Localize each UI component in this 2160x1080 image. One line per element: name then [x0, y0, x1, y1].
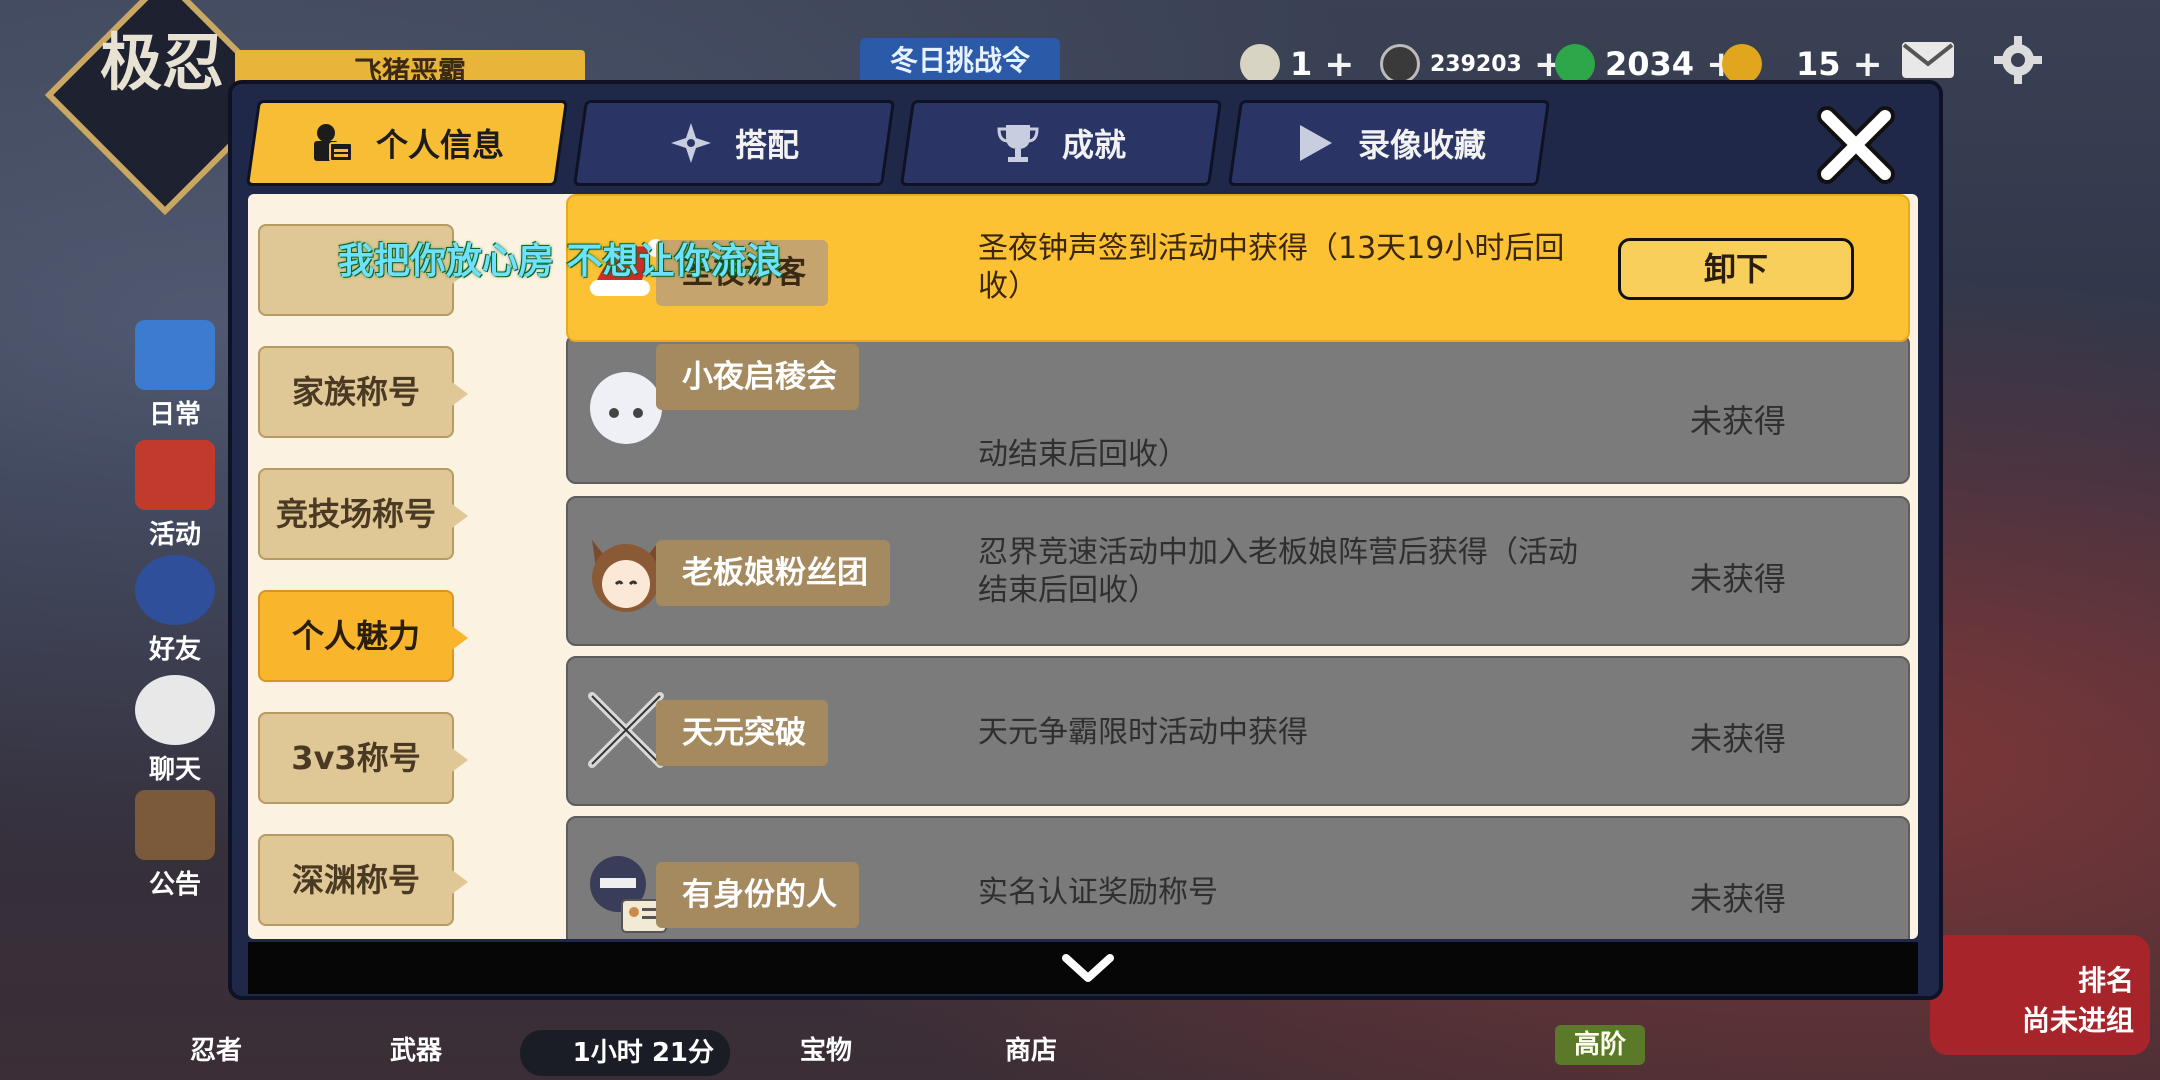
tab-outfit[interactable]: 搭配: [572, 100, 896, 186]
mail-icon[interactable]: [1900, 36, 1956, 84]
bottom-nav-shop[interactable]: 商店: [1005, 1030, 1057, 1067]
chat-bubble-icon: [135, 675, 215, 745]
side-nav-notice[interactable]: 公告: [120, 790, 230, 901]
gear-icon[interactable]: [1990, 36, 2046, 84]
category-arena-title[interactable]: 竞技场称号: [258, 468, 468, 560]
category-personal-charm[interactable]: 个人魅力: [258, 590, 468, 682]
scroll-footer: [248, 942, 1918, 994]
green-gem-icon: [1555, 44, 1595, 84]
tab-achievements[interactable]: 成就: [899, 100, 1223, 186]
tier-badge: 高阶: [1555, 1025, 1645, 1065]
side-nav-friends[interactable]: 好友: [120, 555, 230, 666]
winter-event-banner[interactable]: 冬日挑战令: [860, 38, 1061, 84]
gift-box-icon: [135, 320, 215, 390]
ninja-face-icon: [135, 555, 215, 625]
profile-content: 家族称号 竞技场称号 个人魅力 3v3称号 深渊称号 小夜启稜会 动结束后回收）…: [248, 194, 1918, 939]
modal-tabs: 个人信息 搭配 成就 录像收藏: [244, 92, 1939, 186]
add-ticket-button[interactable]: +: [1853, 44, 1883, 85]
event-timer: 1小时 21分: [520, 1030, 730, 1076]
profile-modal: 个人信息 搭配 成就 录像收藏 家族称号 竞技场称号 个人魅力 3v3称号 深渊…: [228, 80, 1943, 1000]
add-rice-button[interactable]: +: [1324, 44, 1354, 85]
caption-overlay: 我把你放心房 不想让你流浪: [338, 241, 783, 282]
chevron-down-icon[interactable]: [1058, 948, 1118, 988]
rank-panel[interactable]: 排名 尚未进组: [1930, 935, 2150, 1055]
trophy-icon: [997, 125, 1039, 162]
close-icon[interactable]: [1813, 102, 1899, 188]
shuriken-icon: [670, 123, 711, 163]
tab-profile[interactable]: 个人信息: [245, 100, 569, 186]
torii-gate-icon: [135, 440, 215, 510]
category-family-title[interactable]: 家族称号: [258, 346, 468, 438]
title-row[interactable]: 天元突破 天元争霸限时活动中获得 未获得: [566, 656, 1910, 806]
bottom-nav-weapon[interactable]: 武器: [390, 1030, 442, 1067]
game-logo: 极忍: [100, 26, 225, 99]
bottom-nav-treasure[interactable]: 宝物: [800, 1030, 852, 1067]
category-abyss-title[interactable]: 深渊称号: [258, 834, 468, 926]
rice-ball-icon: [1240, 44, 1280, 84]
tab-replays[interactable]: 录像收藏: [1227, 100, 1551, 186]
side-nav-chat[interactable]: 聊天: [120, 675, 230, 786]
title-row[interactable]: 老板娘粉丝团 忍界竞速活动中加入老板娘阵营后获得（活动结束后回收） 未获得: [566, 496, 1910, 646]
ticket-icon: [1722, 44, 1762, 84]
title-row[interactable]: 小夜启稜会 动结束后回收） 未获得: [566, 334, 1910, 484]
unequip-button[interactable]: 卸下: [1618, 238, 1854, 300]
bottom-nav-ninja[interactable]: 忍者: [190, 1030, 242, 1067]
side-nav-events[interactable]: 活动: [120, 440, 230, 551]
category-3v3-title[interactable]: 3v3称号: [258, 712, 468, 804]
play-icon: [1299, 125, 1332, 161]
notice-board-icon: [135, 790, 215, 860]
title-row[interactable]: 有身份的人 实名认证奖励称号 未获得: [566, 816, 1910, 939]
side-nav-daily[interactable]: 日常: [120, 320, 230, 431]
profile-icon: [313, 124, 353, 162]
coin-icon: [1380, 44, 1420, 84]
